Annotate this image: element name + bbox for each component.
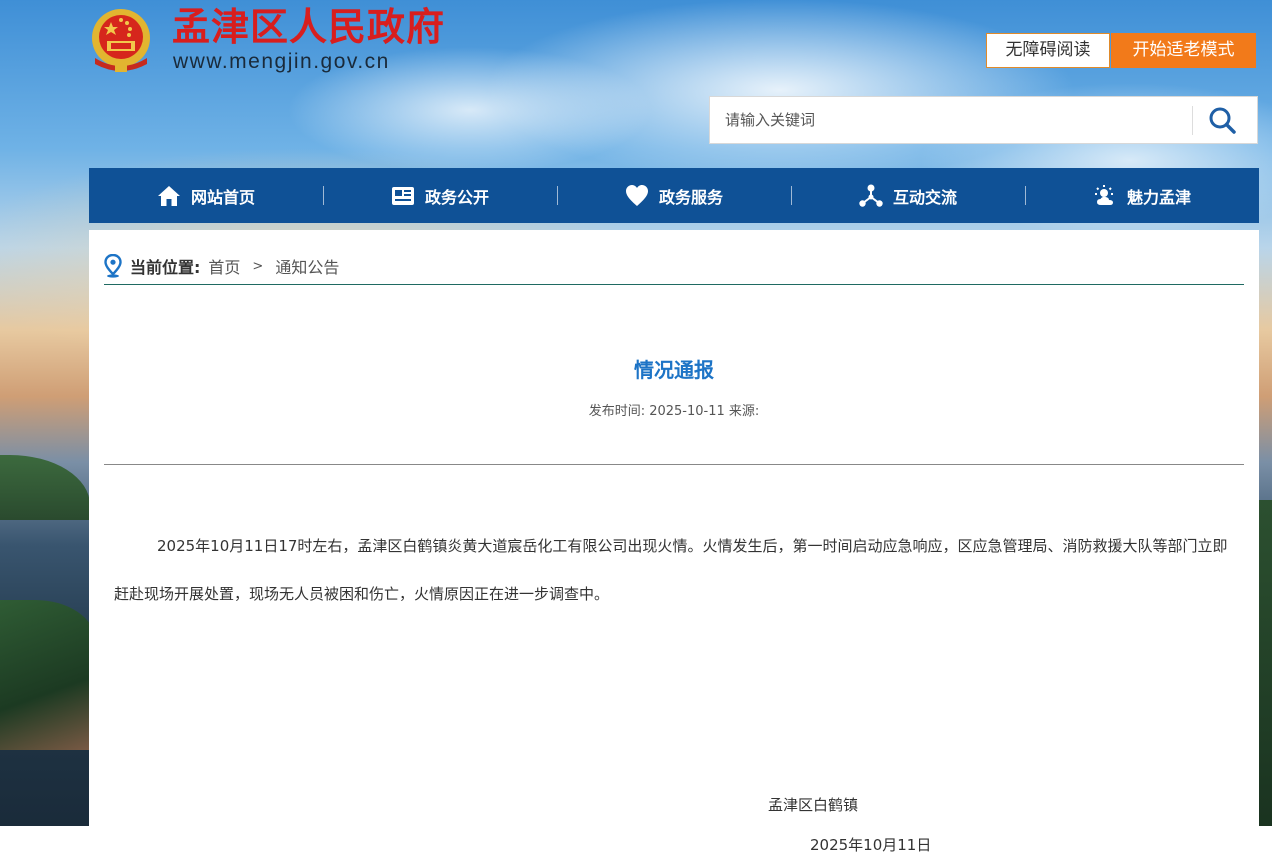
network-icon <box>859 184 883 207</box>
search-box <box>709 96 1258 144</box>
nav-item-label: 互动交流 <box>892 187 957 207</box>
elder-mode-button[interactable]: 开始适老模式 <box>1111 33 1256 68</box>
breadcrumb-separator: > <box>252 258 264 274</box>
accessibility-reading-button[interactable]: 无障碍阅读 <box>986 33 1110 68</box>
article-divider <box>104 464 1244 465</box>
search-icon[interactable] <box>1207 105 1239 137</box>
newspaper-icon <box>391 186 414 205</box>
site-title: 孟津区人民政府 <box>172 4 446 49</box>
nav-item-label: 政务服务 <box>658 187 723 207</box>
signature-org: 孟津区白鹤镇 <box>768 796 859 814</box>
breadcrumb-current-link[interactable]: 通知公告 <box>275 254 339 278</box>
nav-item-label: 网站首页 <box>190 187 255 207</box>
article-meta: 发布时间: 2025-10-11 来源: <box>588 404 760 419</box>
scenery-hill <box>0 600 95 750</box>
breadcrumb-divider <box>104 284 1244 285</box>
breadcrumb: 当前位置: 首页 > 通知公告 <box>104 250 339 282</box>
nav-item-interaction[interactable]: 互动交流 <box>791 168 1025 223</box>
article-content: 当前位置: 首页 > 通知公告 情况通报 发布时间: 2025-10-11 来源… <box>89 230 1259 826</box>
nav-item-gov-affairs[interactable]: 政务公开 <box>323 168 557 223</box>
search-input[interactable] <box>710 97 1190 143</box>
article-body: 2025年10月11日17时左右，孟津区白鹤镇炎黄大道宸岳化工有限公司出现火情。… <box>114 537 1228 603</box>
home-icon <box>157 185 180 206</box>
main-nav: 网站首页 政务公开 政务服务 互动交流 魅力孟津 <box>89 168 1259 223</box>
heart-icon <box>625 184 648 206</box>
nav-item-label: 魅力孟津 <box>1126 187 1191 207</box>
nav-item-charm[interactable]: 魅力孟津 <box>1025 168 1259 223</box>
nav-item-label: 政务公开 <box>424 187 489 207</box>
national-emblem-icon <box>92 9 150 72</box>
sun-cloud-icon <box>1094 184 1113 205</box>
breadcrumb-label: 当前位置: <box>130 258 201 277</box>
breadcrumb-home-link[interactable]: 首页 <box>208 254 240 278</box>
nav-item-home[interactable]: 网站首页 <box>89 168 323 223</box>
location-pin-icon <box>104 254 122 278</box>
search-divider <box>1192 106 1193 135</box>
signature-date: 2025年10月11日 <box>810 836 932 854</box>
article-title: 情况通报 <box>634 358 714 382</box>
site-url: www.mengjin.gov.cn <box>173 50 390 73</box>
nav-item-gov-services[interactable]: 政务服务 <box>557 168 791 223</box>
